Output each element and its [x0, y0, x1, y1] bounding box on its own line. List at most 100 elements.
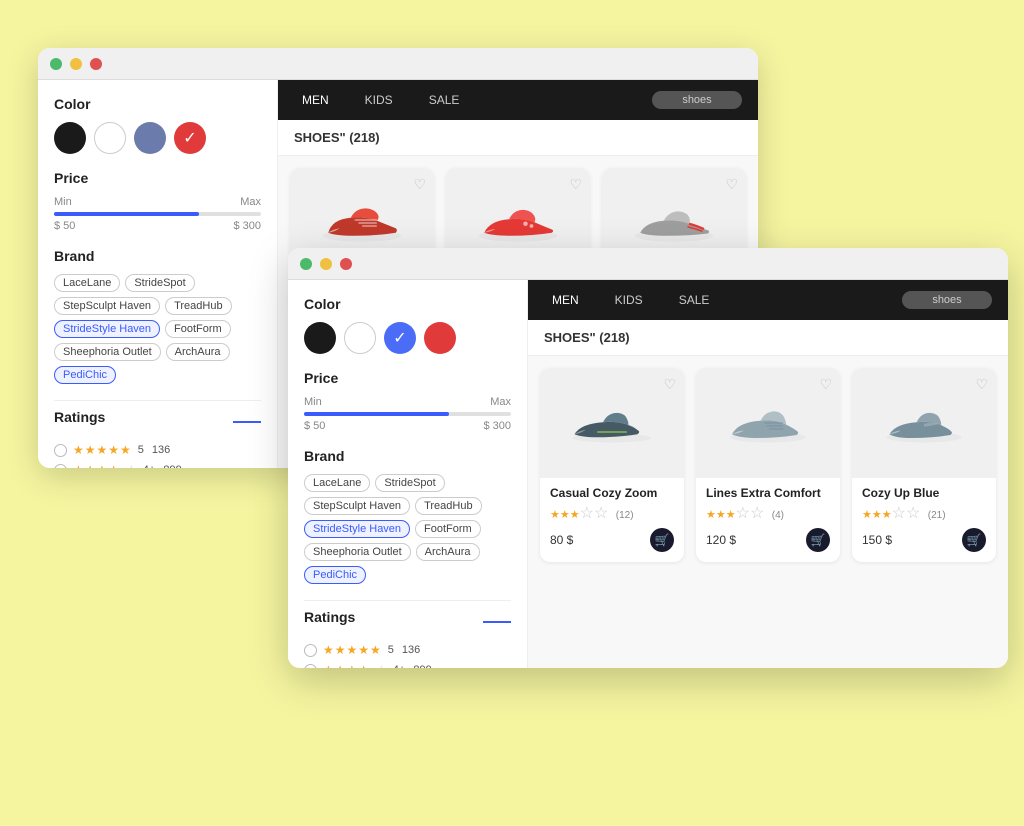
- brand-tag-archaura-front[interactable]: ArchAura: [416, 543, 480, 561]
- color-swatches-front: ✓: [304, 322, 511, 354]
- shoe-svg-3-back: [629, 193, 719, 253]
- price-slider-fill-front: [304, 412, 449, 416]
- brand-tag-sheephoria-front[interactable]: Sheephoria Outlet: [304, 543, 411, 561]
- brand-tag-treadhub-back[interactable]: TreadHub: [165, 297, 232, 315]
- brand-tag-stepsculpt-back[interactable]: StepSculpt Haven: [54, 297, 160, 315]
- card-price-3-front: 150 $: [862, 533, 892, 547]
- search-bar-back[interactable]: shoes: [652, 91, 742, 109]
- stars-5-front: ★★★★★: [323, 643, 382, 657]
- separator-front: [304, 600, 511, 601]
- card-bottom-3-front: 150 $ 🛒: [862, 528, 986, 552]
- swatch-black-front[interactable]: [304, 322, 336, 354]
- product-header-back: SHOES" (218): [278, 120, 758, 156]
- card-info-1-front: Casual Cozy Zoom ★★★☆☆ (12) 80 $ 🛒: [540, 478, 684, 562]
- swatch-red-front[interactable]: [424, 322, 456, 354]
- wishlist-3-front[interactable]: ♡: [975, 376, 988, 393]
- card-stars-empty-3-front: ☆☆: [892, 505, 921, 522]
- price-max-label-front: Max: [490, 396, 511, 408]
- swatch-white-back[interactable]: [94, 122, 126, 154]
- swatch-black-back[interactable]: [54, 122, 86, 154]
- brand-tag-stridespot-front[interactable]: StrideSpot: [375, 474, 444, 492]
- price-min-label-front: Min: [304, 396, 322, 408]
- wishlist-2-back[interactable]: ♡: [569, 176, 582, 193]
- search-bar-front[interactable]: shoes: [902, 291, 992, 309]
- ratings-label-front: Ratings: [304, 609, 355, 625]
- shoe-svg-2-front: [723, 393, 813, 453]
- wishlist-1-back[interactable]: ♡: [413, 176, 426, 193]
- filter-panel-front: Color ✓ Price Min Max $ 50: [288, 280, 528, 668]
- swatch-blue-back[interactable]: [134, 122, 166, 154]
- dot-red-back[interactable]: [90, 58, 102, 70]
- brand-tag-stepsculpt-front[interactable]: StepSculpt Haven: [304, 497, 410, 515]
- brand-label-back: Brand: [54, 248, 261, 264]
- card-name-2-front: Lines Extra Comfort: [706, 486, 830, 500]
- brand-tag-lacelane-back[interactable]: LaceLane: [54, 274, 120, 292]
- price-slider-back[interactable]: [54, 212, 261, 216]
- titlebar-front: [288, 248, 1008, 280]
- ratings-header-front: Ratings: [304, 609, 511, 635]
- window-front: Color ✓ Price Min Max $ 50: [288, 248, 1008, 668]
- wishlist-2-front[interactable]: ♡: [819, 376, 832, 393]
- dot-red-front[interactable]: [340, 258, 352, 270]
- brand-tag-pedichic-front[interactable]: PediChic: [304, 566, 366, 584]
- rating-label-5-front: 5: [388, 644, 394, 656]
- brand-tag-stridespot-back[interactable]: StrideSpot: [125, 274, 194, 292]
- stars-4-back: ★★★★: [73, 463, 120, 468]
- price-slider-front[interactable]: [304, 412, 511, 416]
- card-rating-3-front: ★★★☆☆ (21): [862, 503, 986, 523]
- nav-kids-back[interactable]: KIDS: [357, 89, 401, 111]
- rating-label-4-back: 4+: [143, 464, 156, 468]
- price-min-back: $ 50: [54, 220, 75, 232]
- rating-radio-5-front[interactable]: [304, 644, 317, 657]
- brand-tag-sheephoria-back[interactable]: Sheephoria Outlet: [54, 343, 161, 361]
- dot-yellow-back[interactable]: [70, 58, 82, 70]
- price-section-back: Price Min Max $ 50 $ 300: [54, 170, 261, 232]
- price-max-label-back: Max: [240, 196, 261, 208]
- rating-radio-5-back[interactable]: [54, 444, 67, 457]
- ratings-line-front: [483, 621, 511, 623]
- dot-green-back[interactable]: [50, 58, 62, 70]
- ratings-section-back: Ratings ★★★★★ 5 136 ★★★★☆ 4+ 899: [54, 409, 261, 468]
- rating-row-5-back: ★★★★★ 5 136: [54, 443, 261, 457]
- brand-section-back: Brand LaceLane StrideSpot StepSculpt Hav…: [54, 248, 261, 384]
- brand-tag-footform-back[interactable]: FootForm: [165, 320, 231, 338]
- swatch-blue-front[interactable]: ✓: [384, 322, 416, 354]
- titlebar-back: [38, 48, 758, 80]
- card-info-2-front: Lines Extra Comfort ★★★☆☆ (4) 120 $ 🛒: [696, 478, 840, 562]
- rating-count-5-back: 136: [152, 444, 170, 456]
- wishlist-1-front[interactable]: ♡: [663, 376, 676, 393]
- brand-tag-treadhub-front[interactable]: TreadHub: [415, 497, 482, 515]
- brand-tag-stridestyle-front[interactable]: StrideStyle Haven: [304, 520, 410, 538]
- brand-tag-footform-front[interactable]: FootForm: [415, 520, 481, 538]
- shoe-svg-3-front: [879, 393, 969, 453]
- dot-yellow-front[interactable]: [320, 258, 332, 270]
- nav-sale-back[interactable]: SALE: [421, 89, 468, 111]
- nav-men-back[interactable]: MEN: [294, 89, 337, 111]
- cart-btn-2-front[interactable]: 🛒: [806, 528, 830, 552]
- nav-kids-front[interactable]: KIDS: [607, 289, 651, 311]
- nav-men-front[interactable]: MEN: [544, 289, 587, 311]
- wishlist-3-back[interactable]: ♡: [725, 176, 738, 193]
- card-stars-1-front: ★★★: [550, 509, 580, 521]
- swatch-white-front[interactable]: [344, 322, 376, 354]
- rating-radio-4-front[interactable]: [304, 664, 317, 669]
- brand-tag-lacelane-front[interactable]: LaceLane: [304, 474, 370, 492]
- card-info-3-front: Cozy Up Blue ★★★☆☆ (21) 150 $ 🛒: [852, 478, 996, 562]
- brand-tag-stridestyle-back[interactable]: StrideStyle Haven: [54, 320, 160, 338]
- product-area-front: MEN KIDS SALE shoes SHOES" (218) ♡: [528, 280, 1008, 668]
- cart-btn-1-front[interactable]: 🛒: [650, 528, 674, 552]
- card-stars-empty-2-front: ☆☆: [736, 505, 765, 522]
- brand-tag-archaura-back[interactable]: ArchAura: [166, 343, 230, 361]
- rating-radio-4-back[interactable]: [54, 464, 67, 469]
- brand-tag-pedichic-back[interactable]: PediChic: [54, 366, 116, 384]
- rating-label-4-front: 4+: [393, 664, 406, 668]
- rating-row-4-back: ★★★★☆ 4+ 899: [54, 463, 261, 468]
- cart-btn-3-front[interactable]: 🛒: [962, 528, 986, 552]
- product-header-front: SHOES" (218): [528, 320, 1008, 356]
- nav-sale-front[interactable]: SALE: [671, 289, 718, 311]
- swatch-red-back[interactable]: ✓: [174, 122, 206, 154]
- card-image-3-front: ♡: [852, 368, 996, 478]
- dot-green-front[interactable]: [300, 258, 312, 270]
- card-price-2-front: 120 $: [706, 533, 736, 547]
- card-rating-1-front: ★★★☆☆ (12): [550, 503, 674, 523]
